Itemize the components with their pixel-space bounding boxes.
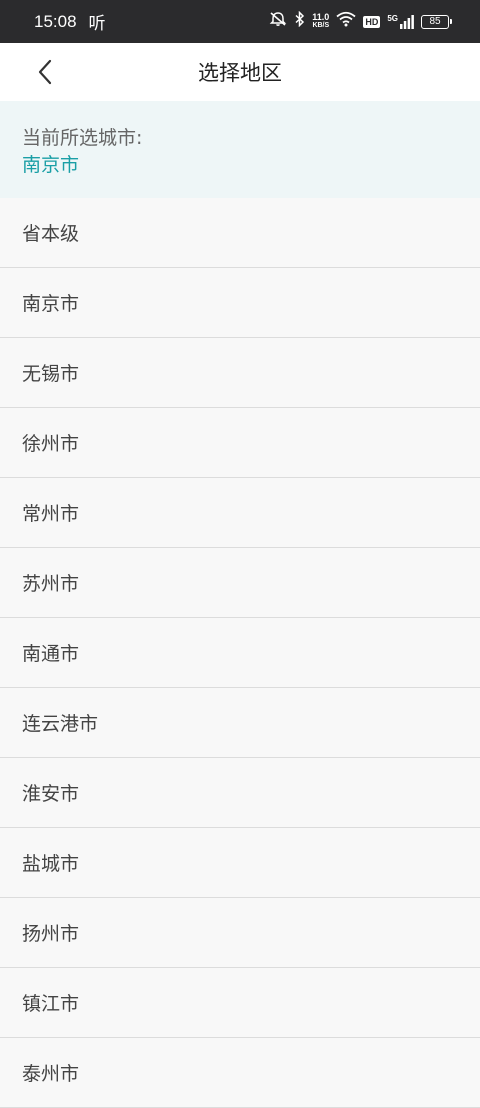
status-time: 15:08	[34, 11, 77, 31]
wifi-icon	[336, 11, 356, 32]
city-name: 常州市	[22, 503, 80, 525]
city-name: 南通市	[22, 643, 80, 665]
status-left: 15:08 听	[34, 9, 106, 34]
status-right: 11.0 KB/S HD 5G 85	[268, 10, 452, 32]
battery-level: 85	[421, 14, 449, 29]
city-name: 镇江市	[22, 993, 80, 1015]
notification-app-icon: 听	[88, 14, 106, 33]
header: 选择地区	[0, 43, 480, 101]
city-item[interactable]: 无锡市	[0, 338, 480, 408]
status-bar: 15:08 听 11.0 KB/S HD 5G 85	[0, 0, 480, 43]
speed-unit: KB/S	[312, 22, 330, 29]
battery-icon: 85	[421, 14, 452, 29]
battery-tip	[450, 19, 452, 24]
city-name: 苏州市	[22, 573, 80, 595]
city-item[interactable]: 常州市	[0, 478, 480, 548]
city-list: 省本级 南京市 无锡市 徐州市 常州市 苏州市 南通市 连云港市 淮安市 盐城市…	[0, 198, 480, 1108]
city-name: 南京市	[22, 293, 80, 315]
bluetooth-icon	[295, 10, 305, 32]
city-name: 徐州市	[22, 433, 80, 455]
city-name: 省本级	[22, 223, 80, 245]
city-name: 盐城市	[22, 853, 80, 875]
chevron-left-icon	[38, 59, 52, 85]
city-item[interactable]: 连云港市	[0, 688, 480, 758]
current-city-label: 当前所选城市:	[22, 127, 143, 149]
mute-icon	[268, 11, 288, 32]
city-item[interactable]: 扬州市	[0, 898, 480, 968]
hd-badge: HD	[363, 15, 381, 28]
speed-value: 11.0	[312, 12, 330, 22]
city-item[interactable]: 苏州市	[0, 548, 480, 618]
page-title: 选择地区	[198, 61, 282, 85]
city-name: 连云港市	[22, 713, 99, 735]
back-button[interactable]	[30, 57, 60, 87]
city-item[interactable]: 泰州市	[0, 1038, 480, 1108]
current-city-panel: 当前所选城市: 南京市	[0, 101, 480, 198]
city-name: 无锡市	[22, 363, 80, 385]
city-item[interactable]: 南京市	[0, 268, 480, 338]
city-item[interactable]: 省本级	[0, 198, 480, 268]
current-city-value: 南京市	[22, 154, 80, 176]
network-speed: 11.0 KB/S	[312, 13, 329, 30]
city-item[interactable]: 南通市	[0, 618, 480, 688]
city-name: 扬州市	[22, 923, 80, 945]
signal-icon: 5G	[387, 13, 414, 29]
city-item[interactable]: 淮安市	[0, 758, 480, 828]
city-name: 淮安市	[22, 783, 80, 805]
city-item[interactable]: 镇江市	[0, 968, 480, 1038]
city-item[interactable]: 盐城市	[0, 828, 480, 898]
city-item[interactable]: 徐州市	[0, 408, 480, 478]
network-type: 5G	[387, 13, 398, 23]
